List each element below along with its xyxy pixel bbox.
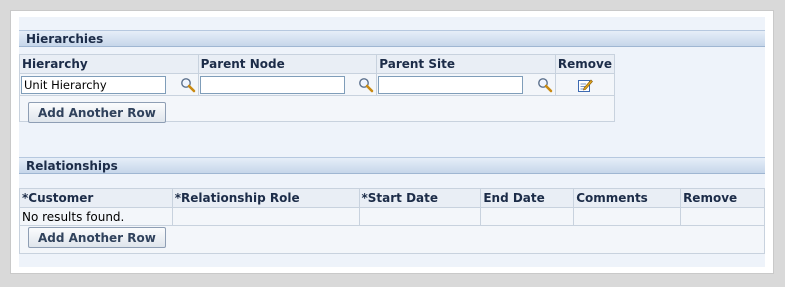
- col-end-date: End Date: [480, 188, 575, 208]
- remove-row-icon[interactable]: [577, 77, 593, 93]
- no-results-text: No results found.: [19, 207, 173, 226]
- col-comments: Comments: [573, 188, 682, 208]
- relationships-add-row-button[interactable]: Add Another Row: [28, 227, 166, 248]
- hierarchies-title: Hierarchies: [26, 32, 104, 46]
- col-start-date: *Start Date: [358, 188, 482, 208]
- page-frame: Hierarchies Hierarchy Parent Node Parent…: [10, 10, 774, 274]
- content-panel: Hierarchies Hierarchy Parent Node Parent…: [19, 17, 765, 267]
- hierarchies-header: Hierarchies: [19, 30, 765, 47]
- relationships-title: Relationships: [26, 159, 118, 173]
- relationships-header: Relationships: [19, 157, 765, 174]
- search-icon[interactable]: [180, 77, 196, 93]
- relationships-header-row: *Customer *Relationship Role *Start Date…: [19, 188, 765, 208]
- col-relationship-role: *Relationship Role: [171, 188, 360, 208]
- table-row: [19, 73, 616, 96]
- col-parent-site: Parent Site: [376, 54, 556, 74]
- col-remove: Remove: [554, 54, 616, 74]
- col-remove: Remove: [680, 188, 765, 208]
- hierarchies-add-row-button[interactable]: Add Another Row: [28, 102, 166, 123]
- search-icon[interactable]: [537, 77, 553, 93]
- parent-site-input[interactable]: [378, 75, 524, 94]
- hierarchy-input[interactable]: [21, 75, 166, 94]
- parent-node-input[interactable]: [199, 75, 345, 94]
- hierarchies-header-row: Hierarchy Parent Node Parent Site Remove: [19, 54, 616, 74]
- col-parent-node: Parent Node: [197, 54, 378, 74]
- col-customer: *Customer: [19, 188, 173, 208]
- search-icon[interactable]: [358, 77, 374, 93]
- col-hierarchy: Hierarchy: [19, 54, 199, 74]
- table-row: No results found.: [19, 207, 765, 226]
